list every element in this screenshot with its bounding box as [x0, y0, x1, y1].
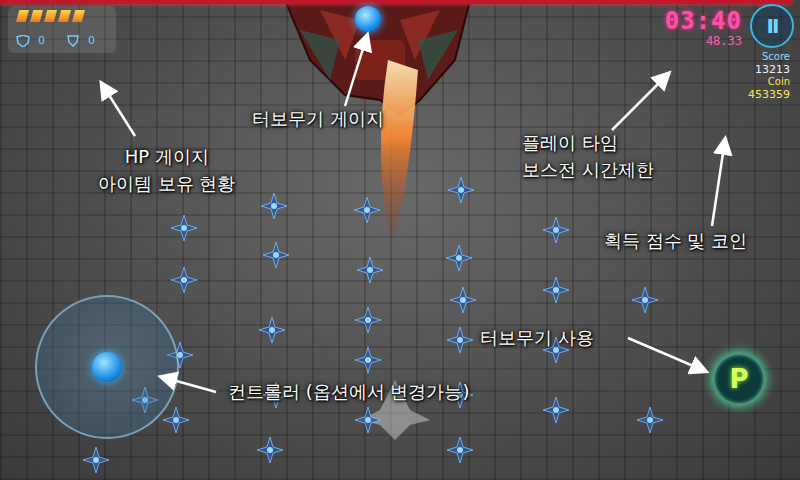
hp-segment [44, 10, 57, 22]
annotation-line: 컨트롤러 (옵션에서 변경가능) [228, 381, 470, 404]
annotation-line: 보스전 시간제한 [522, 159, 654, 182]
time-score-panel: 03:4048.33 II Score13213Coin453359 [665, 4, 794, 101]
game-screen: 0003:4048.33IIScore13213Coin453359PHP 게이… [0, 0, 800, 480]
annotation: 터보무기 사용 [480, 327, 594, 350]
hp-segment [58, 10, 71, 22]
coin-value: 453359 [748, 88, 790, 101]
mine-icon [357, 257, 383, 283]
annotation: 터보무기 게이지 [252, 108, 384, 131]
joystick[interactable] [35, 295, 179, 439]
hp-segment [72, 10, 85, 22]
hp-segment [16, 10, 29, 22]
boss-hp-bar [0, 0, 792, 4]
pause-button[interactable]: II [750, 4, 794, 48]
mine-icon [355, 347, 381, 373]
arrow-icon [102, 84, 135, 136]
mine-icon [354, 197, 380, 223]
mine-icon [543, 397, 569, 423]
hp-gauge [16, 10, 108, 22]
shield-item-icon [66, 35, 80, 47]
arrow-icon [628, 338, 705, 371]
mine-icon [355, 307, 381, 333]
score-label: Score [762, 51, 790, 63]
mine-icon [447, 437, 473, 463]
mine-icon [171, 215, 197, 241]
mine-icon [543, 277, 569, 303]
annotation: 플레이 타임보스전 시간제한 [522, 132, 654, 181]
mine-icon [259, 317, 285, 343]
mine-icon [163, 407, 189, 433]
turbo-gauge [355, 6, 381, 32]
annotation-line: 플레이 타임 [522, 132, 618, 155]
annotation: 획득 점수 및 코인 [604, 230, 747, 253]
mine-icon [543, 217, 569, 243]
annotation-line: 획득 점수 및 코인 [604, 230, 747, 253]
annotation-line: 터보무기 사용 [480, 327, 594, 350]
arrow-icon [345, 36, 367, 106]
score-value: 13213 [755, 63, 790, 76]
mine-icon [171, 267, 197, 293]
turbo-button[interactable]: P [713, 353, 765, 405]
boss-icon [285, 0, 470, 115]
annotation-line: 아이템 보유 현황 [98, 173, 235, 196]
annotation: HP 게이지아이템 보유 현황 [98, 146, 235, 195]
mine-icon [448, 177, 474, 203]
annotation-line: 터보무기 게이지 [252, 108, 384, 131]
boss-timer: 48.33 [706, 34, 742, 48]
item-count: 0 [38, 34, 48, 47]
item-row: 00 [16, 34, 108, 47]
mine-icon [446, 245, 472, 271]
annotation: 컨트롤러 (옵션에서 변경가능) [228, 381, 470, 404]
fire-trail [381, 60, 418, 250]
mine-icon [261, 193, 287, 219]
arrow-icon [612, 74, 668, 130]
play-timer: 03:40 [665, 8, 742, 34]
mine-icon [637, 407, 663, 433]
arrow-icon [712, 140, 725, 226]
bomb-item-icon [16, 35, 30, 47]
mine-icon [257, 437, 283, 463]
annotation-line: HP 게이지 [125, 146, 209, 169]
mine-icon [632, 287, 658, 313]
joystick-knob[interactable] [92, 352, 122, 382]
mine-icon [447, 327, 473, 353]
item-count: 0 [88, 34, 98, 47]
mine-icon [83, 447, 109, 473]
hp-segment [30, 10, 43, 22]
mine-icon [263, 242, 289, 268]
mine-icon [355, 407, 381, 433]
status-panel: 00 [8, 6, 116, 53]
arrow-icon [162, 377, 216, 392]
mine-icon [450, 287, 476, 313]
coin-label: Coin [768, 76, 790, 88]
